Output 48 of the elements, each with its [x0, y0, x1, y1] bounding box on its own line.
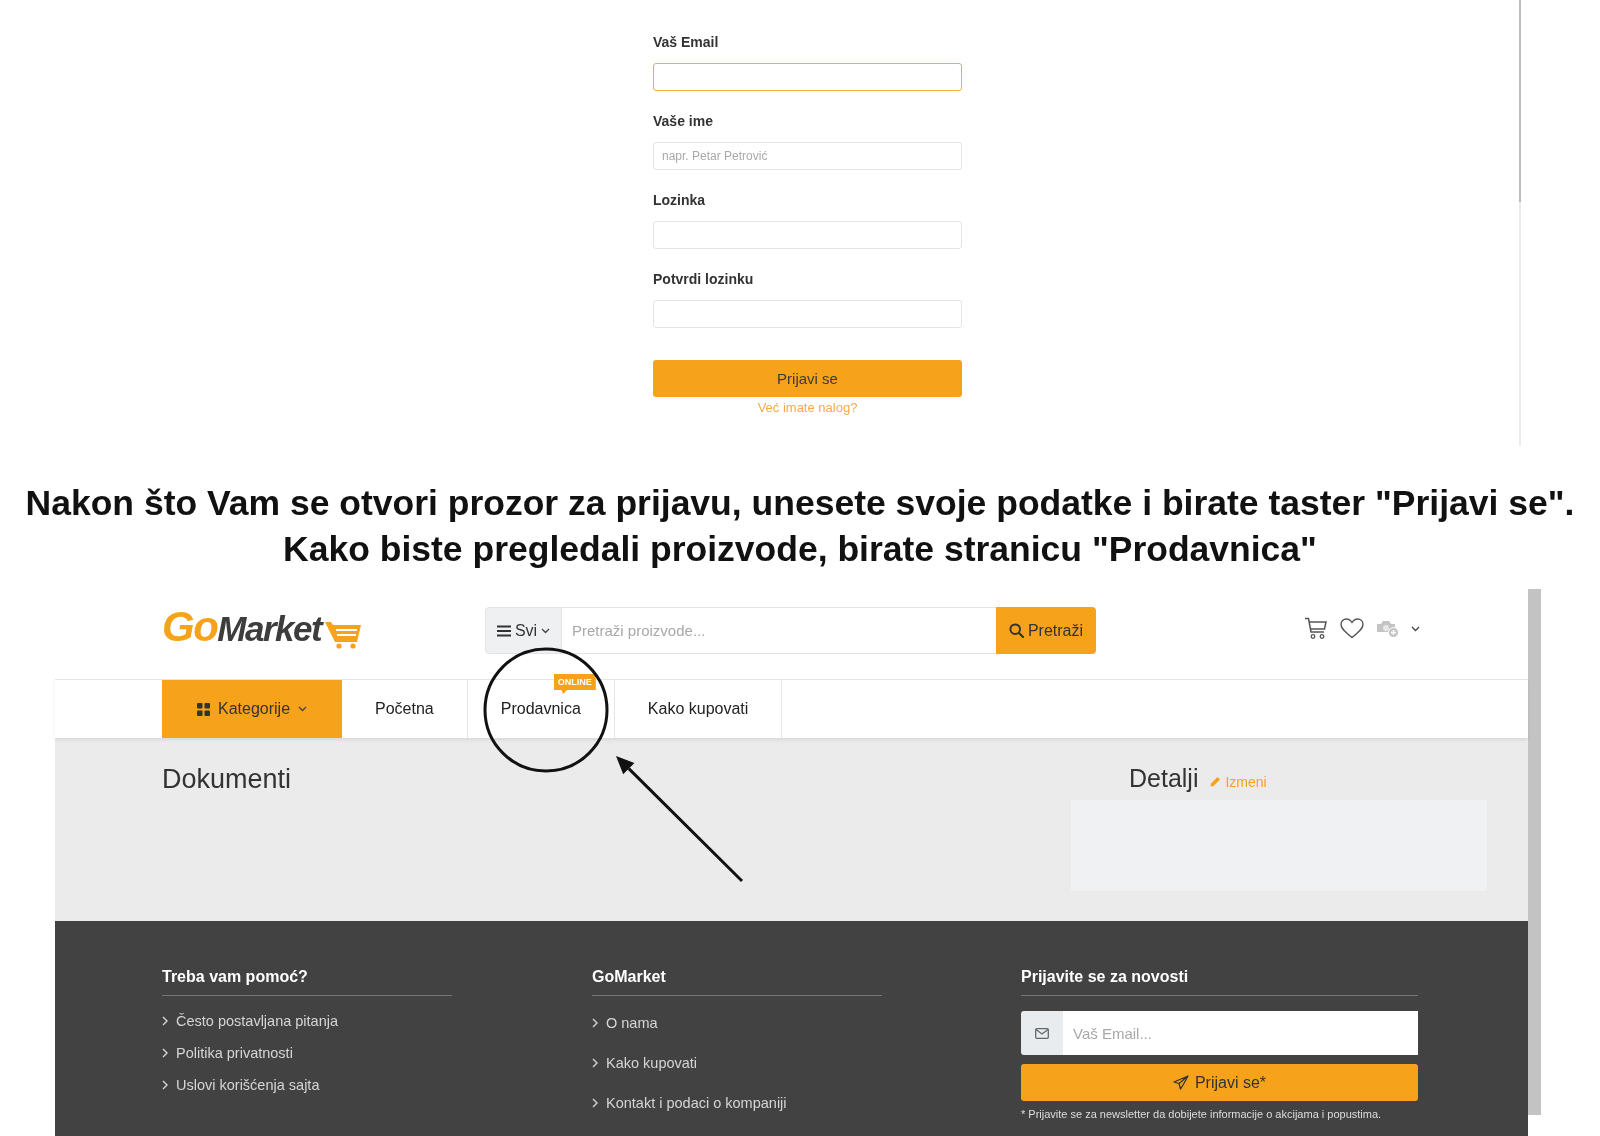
newsletter-note: * Prijavite se za newsletter da dobijete informacije o akcijama i popustima. [1021, 1107, 1383, 1121]
envelope-icon [1021, 1011, 1063, 1055]
menu-icon [496, 624, 511, 637]
cart-icon[interactable] [1304, 617, 1328, 640]
chevron-icon [592, 1098, 598, 1108]
instruction-text: Nakon što Vam se otvori prozor za prijavu, unesete svoje podatke i birate taster "Prijavi se". [25, 482, 1575, 525]
details-title: Detalji [1129, 763, 1199, 793]
caret-icon [1411, 625, 1420, 632]
pencil-icon [1210, 776, 1222, 787]
cart-logo-icon [325, 619, 362, 649]
chevron-icon [162, 1016, 168, 1026]
email-field[interactable]: Vaš Email... [1063, 1011, 1418, 1055]
scroll-bar[interactable] [1519, 0, 1521, 446]
heart-icon[interactable] [1340, 618, 1364, 639]
caret-icon [298, 706, 308, 712]
footer-link[interactable]: O nama [606, 1012, 658, 1034]
footer-link[interactable]: Kako kupovati [606, 1052, 698, 1074]
search-icon [1008, 623, 1024, 638]
chevron-icon [592, 1018, 598, 1028]
subscribe-button[interactable]: Prijavi se* [1021, 1064, 1418, 1101]
paper-plane-icon [1172, 1075, 1189, 1090]
caret-icon [541, 627, 551, 634]
field-label: Potvrdi lozinku [653, 270, 754, 289]
footer-link[interactable]: Često postavljana pitanja [176, 1010, 339, 1032]
field-label: Lozinka [653, 191, 706, 210]
search-field[interactable]: Pretraži proizvode... [562, 607, 996, 654]
footer-link[interactable]: Uslovi korišćenja sajta [176, 1074, 320, 1096]
grid-icon [197, 702, 210, 716]
footer-link[interactable]: Kontakt i podaci o kompaniji [606, 1092, 787, 1114]
chevron-icon [162, 1080, 168, 1090]
chevron-icon [162, 1048, 168, 1058]
logo-text: GoMarket [162, 607, 322, 649]
online-badge: ONLINE [553, 674, 596, 694]
footer-heading: Treba vam pomoć? [162, 966, 452, 996]
footer-heading: Prijavite se za novosti [1021, 966, 1418, 996]
camera-icon[interactable] [1376, 619, 1399, 638]
search-button[interactable]: Pretraži [996, 607, 1096, 654]
category-dropdown[interactable]: Svi [485, 607, 562, 654]
input-field[interactable] [653, 63, 962, 91]
page-title: Dokumenti [162, 763, 292, 796]
categories-button[interactable]: Kategorije [162, 680, 343, 738]
field-label: Vaš Email [653, 33, 719, 52]
footer-heading: GoMarket [592, 966, 882, 996]
chevron-icon [592, 1058, 598, 1068]
field-label: Vaše ime [653, 112, 713, 131]
footer-link[interactable]: Politika privatnosti [176, 1042, 293, 1064]
instruction-text: Kako biste pregledali proizvode, birate stranicu "Prodavnica" [283, 528, 1317, 571]
register-button[interactable]: Prijavi se [653, 360, 962, 397]
